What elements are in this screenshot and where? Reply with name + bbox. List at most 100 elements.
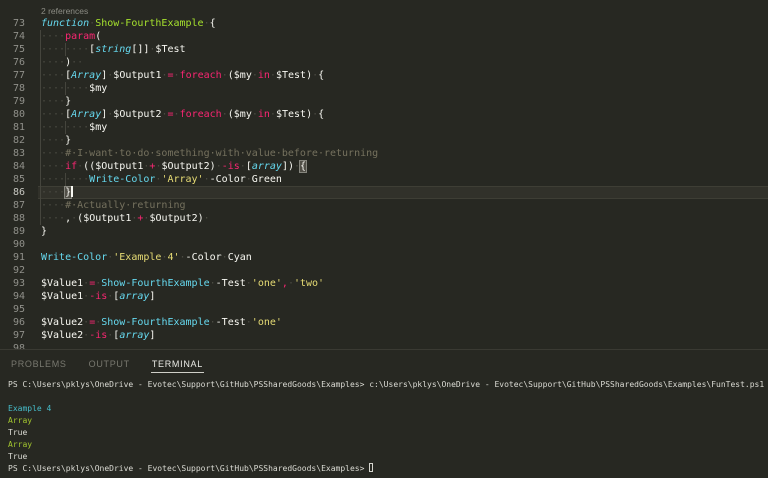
line-number[interactable]: 81 [0, 121, 25, 134]
codelens-references[interactable]: 2 references [0, 4, 768, 17]
indent-guide [65, 82, 66, 95]
bottom-panel: PROBLEMS OUTPUT TERMINAL PS C:\Users\pklys… [0, 349, 768, 478]
line-number[interactable]: 96 [0, 316, 25, 329]
code-line-content[interactable] [38, 0, 768, 4]
code-line: 83 ····#·I·want·to·do·something·with·valu… [0, 147, 768, 160]
code-line: 94 $Value1·-is·[array] [0, 290, 768, 303]
code-line-content[interactable]: Write-Color·'Example·4'·-Color·Cyan [38, 251, 768, 264]
code-line: 78 ········$my [0, 82, 768, 95]
code-line: 87 ····#·Actually·returning [0, 199, 768, 212]
code-line: 92 [0, 264, 768, 277]
line-number[interactable]: 95 [0, 303, 25, 316]
code-line-content[interactable]: ····)·· [38, 56, 768, 69]
code-line-content[interactable]: ····} [38, 186, 768, 199]
terminal-line: True [8, 427, 768, 439]
editor-cursor [71, 186, 73, 197]
terminal-line: Array [8, 439, 768, 451]
line-number[interactable]: 86 [0, 186, 25, 199]
code-line: 90 [0, 238, 768, 251]
code-line: 98 [0, 342, 768, 349]
code-line: 73 function·Show-FourthExample·{ [0, 17, 768, 30]
code-line-content[interactable]: function·Show-FourthExample·{ [38, 17, 768, 30]
code-line-content[interactable] [38, 303, 768, 316]
line-number[interactable]: 77 [0, 69, 25, 82]
line-number[interactable]: 92 [0, 264, 25, 277]
terminal-line: True [8, 451, 768, 463]
terminal-line: PS C:\Users\pklys\OneDrive - Evotec\Supp… [8, 379, 768, 391]
code-line: 82 ····} [0, 134, 768, 147]
code-line: 77 ····[Array]·$Output1·=·foreach·($my·in… [0, 69, 768, 82]
code-line-content[interactable]: ········$my [38, 82, 768, 95]
code-line: 86 ····} [0, 186, 768, 199]
code-line-content[interactable]: $Value2·=·Show-FourthExample·-Test·'one' [38, 316, 768, 329]
terminal-line: Example 4 [8, 403, 768, 415]
line-number[interactable]: 90 [0, 238, 25, 251]
line-number[interactable]: 73 [0, 17, 25, 30]
terminal[interactable]: PS C:\Users\pklys\OneDrive - Evotec\Supp… [0, 376, 768, 475]
line-number[interactable]: 79 [0, 95, 25, 108]
code-line-content[interactable]: ····[Array]·$Output2·=·foreach·($my·in·$… [38, 108, 768, 121]
line-number[interactable]: 76 [0, 56, 25, 69]
code-line-content[interactable]: ····} [38, 134, 768, 147]
code-line-content[interactable]: $Value1·-is·[array] [38, 290, 768, 303]
code-line-content[interactable] [38, 342, 768, 349]
line-number[interactable]: 80 [0, 108, 25, 121]
code-editor[interactable]: 722 references73 function·Show-FourthExam… [0, 0, 768, 349]
line-number[interactable]: 72 [0, 0, 25, 4]
vscode-window: 722 references73 function·Show-FourthExam… [0, 0, 768, 478]
code-line-content[interactable]: ····if·(($Output1·+·$Output2)·-is·[array… [38, 160, 768, 173]
code-line-content[interactable]: $Value2·-is·[array] [38, 329, 768, 342]
code-line: 80 ····[Array]·$Output2·=·foreach·($my·in… [0, 108, 768, 121]
line-number[interactable]: 85 [0, 173, 25, 186]
line-number[interactable]: 84 [0, 160, 25, 173]
line-number[interactable]: 87 [0, 199, 25, 212]
terminal-line: Array [8, 415, 768, 427]
code-line-content[interactable]: ····#·Actually·returning [38, 199, 768, 212]
line-number[interactable]: 91 [0, 251, 25, 264]
line-number[interactable]: 83 [0, 147, 25, 160]
code-line: 74 ····param( [0, 30, 768, 43]
code-line: 85 ········Write-Color·'Array'·-Color·Gre… [0, 173, 768, 186]
terminal-line [8, 391, 768, 403]
code-line: 95 [0, 303, 768, 316]
code-line: 72 [0, 0, 768, 4]
code-line-content[interactable]: } [38, 225, 768, 238]
line-number[interactable]: 98 [0, 342, 25, 349]
line-number[interactable]: 82 [0, 134, 25, 147]
line-number[interactable]: 88 [0, 212, 25, 225]
indent-guide [65, 121, 66, 134]
tab-terminal[interactable]: TERMINAL [151, 354, 204, 373]
code-line-content[interactable]: ········Write-Color·'Array'·-Color·Green [38, 173, 768, 186]
code-line-content[interactable]: ····} [38, 95, 768, 108]
code-area: 722 references73 function·Show-FourthExam… [0, 0, 768, 349]
code-line-content[interactable] [38, 238, 768, 251]
code-line-content[interactable]: ····[Array]·$Output1·=·foreach·($my·in·$… [38, 69, 768, 82]
line-number[interactable]: 93 [0, 277, 25, 290]
code-line: 93 $Value1·=·Show-FourthExample·-Test·'on… [0, 277, 768, 290]
code-line-content[interactable]: ········[string[]]·$Test [38, 43, 768, 56]
code-line: 84 ····if·(($Output1·+·$Output2)·-is·[arr… [0, 160, 768, 173]
tab-problems[interactable]: PROBLEMS [10, 354, 68, 372]
line-number[interactable]: 75 [0, 43, 25, 56]
line-number[interactable]: 78 [0, 82, 25, 95]
terminal-cursor [369, 463, 373, 472]
tab-output[interactable]: OUTPUT [88, 354, 131, 372]
code-line: 97 $Value2·-is·[array] [0, 329, 768, 342]
panel-tab-bar: PROBLEMS OUTPUT TERMINAL [0, 350, 768, 376]
indent-guide [65, 173, 66, 186]
code-line-content[interactable]: ····,·($Output1·+·$Output2)· [38, 212, 768, 225]
code-line: 89} [0, 225, 768, 238]
code-line-content[interactable]: ····param( [38, 30, 768, 43]
code-line-content[interactable]: ········$my [38, 121, 768, 134]
code-line-content[interactable] [38, 264, 768, 277]
code-line: 81 ········$my [0, 121, 768, 134]
line-number[interactable]: 89 [0, 225, 25, 238]
code-line-content[interactable]: $Value1·=·Show-FourthExample·-Test·'one'… [38, 277, 768, 290]
code-line-content[interactable]: ····#·I·want·to·do·something·with·value·… [38, 147, 768, 160]
line-number[interactable]: 97 [0, 329, 25, 342]
code-line: 75 ········[string[]]·$Test [0, 43, 768, 56]
line-number[interactable]: 74 [0, 30, 25, 43]
indent-guide [65, 43, 66, 56]
line-number[interactable]: 94 [0, 290, 25, 303]
code-line: 79 ····} [0, 95, 768, 108]
